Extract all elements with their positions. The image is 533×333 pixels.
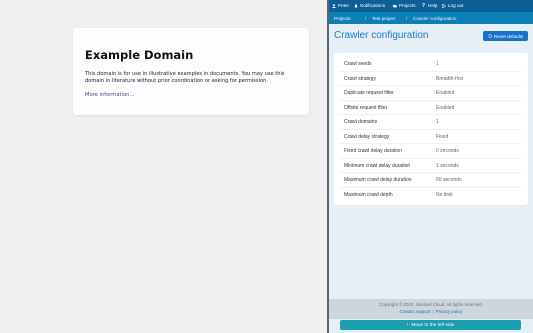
webpage-area: Example Domain This domain is for use in… bbox=[0, 0, 327, 333]
undo-icon bbox=[488, 34, 492, 38]
bell-icon bbox=[354, 3, 358, 8]
move-to-left-button[interactable]: ‹ Move to the left side bbox=[340, 320, 521, 330]
user-icon bbox=[332, 3, 336, 8]
projects-link[interactable]: Projects bbox=[393, 3, 416, 8]
table-row: Maximum crawl delay duration 60 seconds bbox=[339, 172, 522, 188]
config-label: Crawl domains bbox=[344, 119, 378, 125]
logout-link[interactable]: Log out bbox=[442, 3, 463, 8]
chevron-left-icon: ‹ bbox=[406, 322, 409, 328]
copyright-text: Copyright © 2020, Sentinel Cloud. All ri… bbox=[379, 302, 483, 307]
user-name: Peter bbox=[338, 3, 349, 8]
config-value: Enabled bbox=[436, 90, 455, 96]
config-label: Offsite request filter bbox=[344, 104, 388, 111]
table-row: Maximum crawl depth No limit bbox=[339, 187, 522, 202]
table-row: Crawl domains 1 bbox=[339, 114, 522, 130]
table-row: Duplicate request filter Enabled bbox=[339, 85, 522, 101]
config-label: Maximum crawl depth bbox=[344, 191, 393, 198]
table-row: Crawl strategy Breadth-first bbox=[339, 71, 522, 86]
breadcrumb: Projects / Test project / Crawler config… bbox=[329, 12, 533, 24]
breadcrumb-separator: / bbox=[365, 15, 367, 21]
config-value: No limit bbox=[436, 191, 453, 198]
footer-link-separator: | bbox=[432, 309, 434, 314]
reset-defaults-label: Reset defaults bbox=[493, 33, 524, 39]
folder-icon bbox=[393, 4, 397, 7]
config-label: Crawl strategy bbox=[344, 75, 376, 82]
config-label: Crawl delay strategy bbox=[344, 133, 390, 140]
example-body-text: This domain is for use in illustrative e… bbox=[85, 71, 285, 85]
config-label: Maximum crawl delay duration bbox=[344, 177, 412, 183]
config-value: Fixed bbox=[436, 133, 449, 140]
privacy-policy-link[interactable]: Privacy policy bbox=[436, 309, 463, 314]
contact-support-link[interactable]: Contact support bbox=[400, 309, 431, 314]
config-value: 1 bbox=[436, 61, 439, 67]
breadcrumb-projects[interactable]: Projects bbox=[334, 16, 351, 21]
config-value: Breadth-first bbox=[436, 75, 464, 82]
config-table: Crawl seeds 1 Crawl strategy Breadth-first… bbox=[334, 53, 528, 205]
config-value: Enabled bbox=[436, 104, 455, 111]
crawler-side-panel: Peter Notifications Projects ? Help Log … bbox=[329, 0, 533, 333]
breadcrumb-separator: / bbox=[406, 15, 408, 21]
table-row: Offsite request filter Enabled bbox=[339, 100, 522, 115]
table-row: Crawl delay strategy Fixed bbox=[339, 129, 522, 144]
config-value: 0 seconds bbox=[436, 148, 459, 154]
example-domain-card: Example Domain This domain is for use in… bbox=[73, 28, 309, 115]
table-row: Minimum crawl delay duration 1 seconds bbox=[339, 158, 522, 173]
help-link[interactable]: ? Help bbox=[422, 3, 437, 8]
page-title: Crawler configuration bbox=[334, 30, 429, 41]
config-label: Crawl seeds bbox=[344, 61, 372, 67]
config-value: 1 bbox=[436, 119, 439, 125]
top-navigation-bar: Peter Notifications Projects ? Help Log … bbox=[329, 0, 533, 12]
panel-footer: Copyright © 2020, Sentinel Cloud. All ri… bbox=[329, 299, 533, 319]
config-value: 60 seconds bbox=[436, 177, 462, 183]
table-row: Fixed crawl delay duration 0 seconds bbox=[339, 143, 522, 159]
notifications-link[interactable]: Notifications bbox=[354, 3, 385, 8]
table-row: Crawl seeds 1 bbox=[339, 56, 522, 72]
logout-label: Log out bbox=[448, 3, 464, 8]
footer-links: Contact support | Privacy policy bbox=[329, 309, 533, 314]
breadcrumb-current: Crawler configuration bbox=[413, 15, 457, 21]
config-label: Fixed crawl delay duration bbox=[344, 148, 403, 154]
move-to-left-label: Move to the left side bbox=[411, 322, 455, 328]
notifications-label: Notifications bbox=[360, 3, 386, 8]
example-heading: Example Domain bbox=[85, 48, 194, 62]
help-icon: ? bbox=[422, 2, 426, 9]
projects-label: Projects bbox=[399, 3, 416, 8]
logout-icon bbox=[442, 3, 446, 8]
reset-defaults-button[interactable]: Reset defaults bbox=[483, 31, 528, 41]
config-value: 1 seconds bbox=[436, 162, 459, 169]
config-label: Duplicate request filter bbox=[344, 90, 394, 96]
help-label: Help bbox=[428, 3, 438, 8]
user-menu[interactable]: Peter bbox=[332, 3, 349, 8]
config-label: Minimum crawl delay duration bbox=[344, 162, 411, 169]
breadcrumb-test-project[interactable]: Test project bbox=[372, 16, 396, 21]
more-information-link[interactable]: More information... bbox=[85, 92, 134, 98]
